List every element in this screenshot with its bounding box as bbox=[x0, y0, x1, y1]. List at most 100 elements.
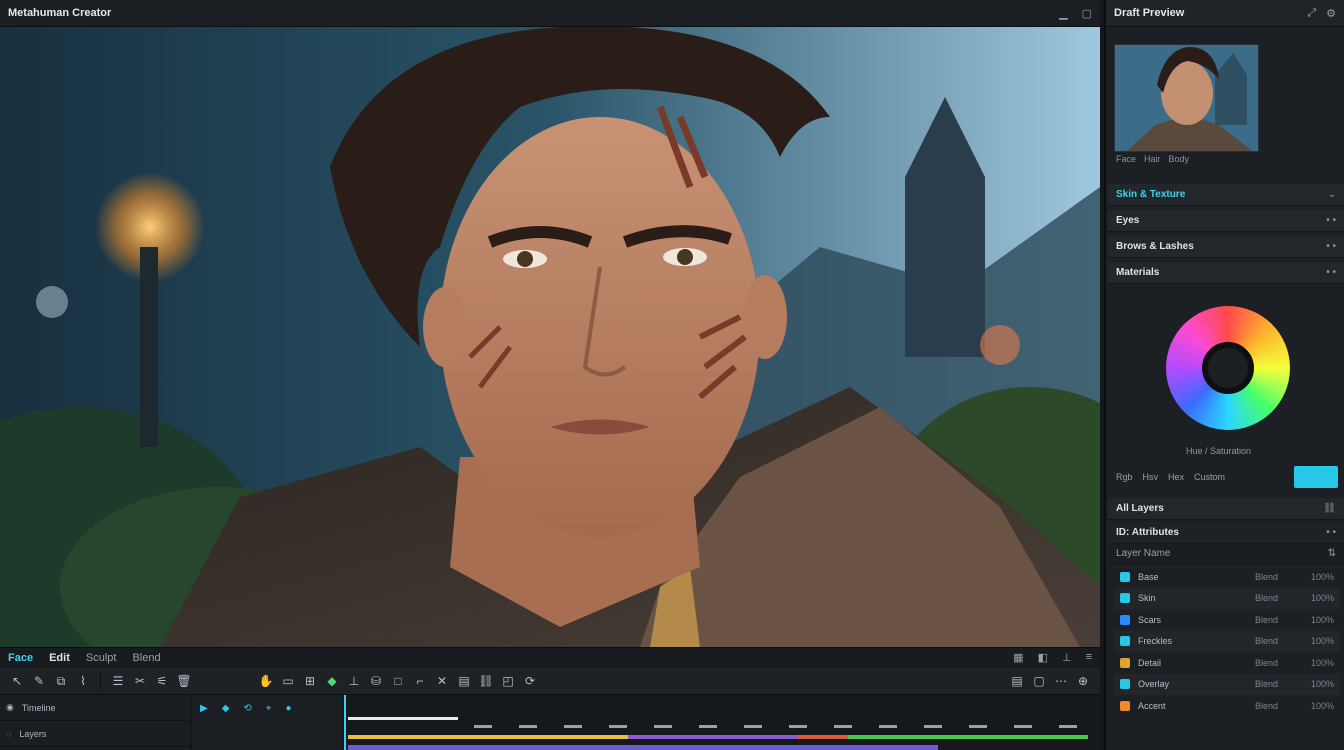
bucket-icon[interactable]: ⛁ bbox=[365, 670, 387, 692]
layer-opacity[interactable]: 100% bbox=[1296, 593, 1334, 603]
more-icon[interactable]: • • bbox=[1326, 527, 1336, 538]
preview-thumbnail[interactable] bbox=[1114, 44, 1259, 152]
window-icon[interactable]: ◰ bbox=[497, 670, 519, 692]
pin-tool-icon[interactable]: ⊥ bbox=[343, 670, 365, 692]
layer-blend-mode[interactable]: Blend bbox=[1255, 593, 1278, 603]
timeline-track[interactable] bbox=[344, 694, 1100, 750]
minimize-icon[interactable]: ▁ bbox=[1059, 7, 1067, 20]
layer-row[interactable]: Base Blend 100% bbox=[1114, 566, 1340, 588]
layers-header[interactable]: All Layers ⛓ bbox=[1108, 498, 1344, 520]
more-icon[interactable]: • • bbox=[1326, 241, 1336, 252]
marker-icon[interactable]: ⌖ bbox=[266, 703, 272, 714]
keyframe-icon[interactable]: ◆ bbox=[222, 703, 230, 714]
select-icon[interactable]: ↖ bbox=[6, 670, 28, 692]
character-viewport[interactable] bbox=[0, 27, 1100, 647]
pen-icon[interactable]: ✎ bbox=[28, 670, 50, 692]
chat-icon[interactable]: ▤ bbox=[453, 670, 475, 692]
copy-icon[interactable]: ⧉ bbox=[50, 670, 72, 692]
refresh-icon[interactable]: ⟳ bbox=[519, 670, 541, 692]
timeline-row[interactable]: ◉ Timeline bbox=[0, 695, 190, 721]
thumb-tab-hair[interactable]: Hair bbox=[1144, 154, 1161, 164]
thumb-tab-body[interactable]: Body bbox=[1169, 154, 1190, 164]
record-icon[interactable]: ● bbox=[285, 703, 291, 714]
hue-ring[interactable] bbox=[1166, 306, 1290, 430]
apply-color-button[interactable] bbox=[1294, 466, 1338, 488]
layer-blend-mode[interactable]: Blend bbox=[1255, 572, 1278, 582]
layer-color-swatch[interactable] bbox=[1120, 679, 1130, 690]
box-icon[interactable]: ▢ bbox=[1028, 670, 1050, 692]
layer-row[interactable]: Accent Blend 100% bbox=[1114, 695, 1340, 717]
hand-icon[interactable]: ✋ bbox=[255, 670, 277, 692]
crop-icon[interactable]: ⌐ bbox=[409, 670, 431, 692]
mode-sculpt[interactable]: Sculpt bbox=[86, 652, 117, 664]
layer-row[interactable]: Detail Blend 100% bbox=[1114, 652, 1340, 674]
gamepad-icon[interactable]: ⊕ bbox=[1072, 670, 1094, 692]
layer-opacity[interactable]: 100% bbox=[1296, 572, 1334, 582]
expand-icon[interactable]: ⤢ bbox=[1307, 7, 1316, 20]
thumb-tab-face[interactable]: Face bbox=[1116, 154, 1136, 164]
mode-hex[interactable]: Hex bbox=[1168, 472, 1184, 482]
layer-blend-mode[interactable]: Blend bbox=[1255, 679, 1278, 689]
layer-opacity[interactable]: 100% bbox=[1296, 701, 1334, 711]
layer-opacity[interactable]: 100% bbox=[1296, 679, 1334, 689]
pin-icon[interactable]: ⊥ bbox=[1062, 651, 1072, 664]
dots-icon[interactable]: ⋯ bbox=[1050, 670, 1072, 692]
layer-color-swatch[interactable] bbox=[1120, 700, 1130, 711]
section-brows[interactable]: Brows & Lashes • • bbox=[1108, 236, 1344, 258]
menu-icon[interactable]: ≡ bbox=[1086, 651, 1092, 664]
layer-blend-mode[interactable]: Blend bbox=[1255, 701, 1278, 711]
node-icon[interactable]: ⊞ bbox=[299, 670, 321, 692]
trash-icon[interactable]: 🗑 bbox=[173, 670, 195, 692]
settings-icon[interactable]: ⚙ bbox=[1326, 7, 1336, 20]
mode-face[interactable]: Face bbox=[8, 652, 33, 664]
grid-icon[interactable]: ▦ bbox=[1013, 651, 1023, 664]
section-eyes[interactable]: Eyes • • bbox=[1108, 210, 1344, 232]
list-icon[interactable]: ▤ bbox=[1006, 670, 1028, 692]
sliders-icon[interactable]: ⚟ bbox=[151, 670, 173, 692]
layer-color-swatch[interactable] bbox=[1120, 657, 1130, 668]
mode-hsv[interactable]: Hsv bbox=[1143, 472, 1159, 482]
playhead[interactable] bbox=[344, 695, 346, 750]
layer-opacity[interactable]: 100% bbox=[1296, 615, 1334, 625]
link-tool-icon[interactable]: ⛓ bbox=[475, 670, 497, 692]
maximize-icon[interactable]: ▢ bbox=[1082, 7, 1092, 20]
mode-rgb[interactable]: Rgb bbox=[1116, 472, 1133, 482]
section-materials[interactable]: Materials • • bbox=[1108, 262, 1344, 284]
more-icon[interactable]: • • bbox=[1326, 215, 1336, 226]
layer-opacity[interactable]: 100% bbox=[1296, 636, 1334, 646]
layers-icon[interactable]: ☰ bbox=[107, 670, 129, 692]
frame-icon[interactable]: ▭ bbox=[277, 670, 299, 692]
layer-color-swatch[interactable] bbox=[1120, 636, 1130, 647]
square-icon[interactable]: □ bbox=[387, 670, 409, 692]
cut-icon[interactable]: ✂ bbox=[129, 670, 151, 692]
color-wheel[interactable] bbox=[1166, 306, 1290, 430]
close-icon[interactable]: ✕ bbox=[431, 670, 453, 692]
link-icon[interactable]: ⛓ bbox=[1323, 503, 1336, 514]
layer-row[interactable]: Overlay Blend 100% bbox=[1114, 673, 1340, 695]
active-tool-icon[interactable]: ◆ bbox=[321, 670, 343, 692]
chevron-down-icon[interactable]: ⌄ bbox=[1328, 189, 1336, 200]
mode-custom[interactable]: Custom bbox=[1194, 472, 1225, 482]
layer-blend-mode[interactable]: Blend bbox=[1255, 615, 1278, 625]
timeline-row[interactable]: ◌ Layers bbox=[0, 721, 190, 747]
loop-icon[interactable]: ⟲ bbox=[243, 703, 251, 714]
layer-row[interactable]: Freckles Blend 100% bbox=[1114, 630, 1340, 652]
layer-color-swatch[interactable] bbox=[1120, 614, 1130, 625]
layer-blend-mode[interactable]: Blend bbox=[1255, 658, 1278, 668]
layer-color-swatch[interactable] bbox=[1120, 571, 1130, 582]
mode-edit[interactable]: Edit bbox=[49, 652, 70, 664]
layer-row[interactable]: Skin Blend 100% bbox=[1114, 587, 1340, 609]
layer-row[interactable]: Scars Blend 100% bbox=[1114, 609, 1340, 631]
mode-blend[interactable]: Blend bbox=[132, 652, 160, 664]
play-icon[interactable]: ▶ bbox=[200, 703, 208, 714]
layer-opacity[interactable]: 100% bbox=[1296, 658, 1334, 668]
layer-color-swatch[interactable] bbox=[1120, 593, 1130, 604]
eye-icon[interactable]: ◌ bbox=[6, 729, 11, 739]
camera-icon[interactable]: ◧ bbox=[1038, 651, 1048, 664]
lock-icon[interactable]: ◉ bbox=[6, 702, 14, 713]
section-skin[interactable]: Skin & Texture ⌄ bbox=[1108, 184, 1344, 206]
brush-icon[interactable]: ⌇ bbox=[72, 670, 94, 692]
more-icon[interactable]: • • bbox=[1326, 267, 1336, 278]
layer-blend-mode[interactable]: Blend bbox=[1255, 636, 1278, 646]
sort-icon[interactable]: ⇅ bbox=[1328, 548, 1336, 559]
